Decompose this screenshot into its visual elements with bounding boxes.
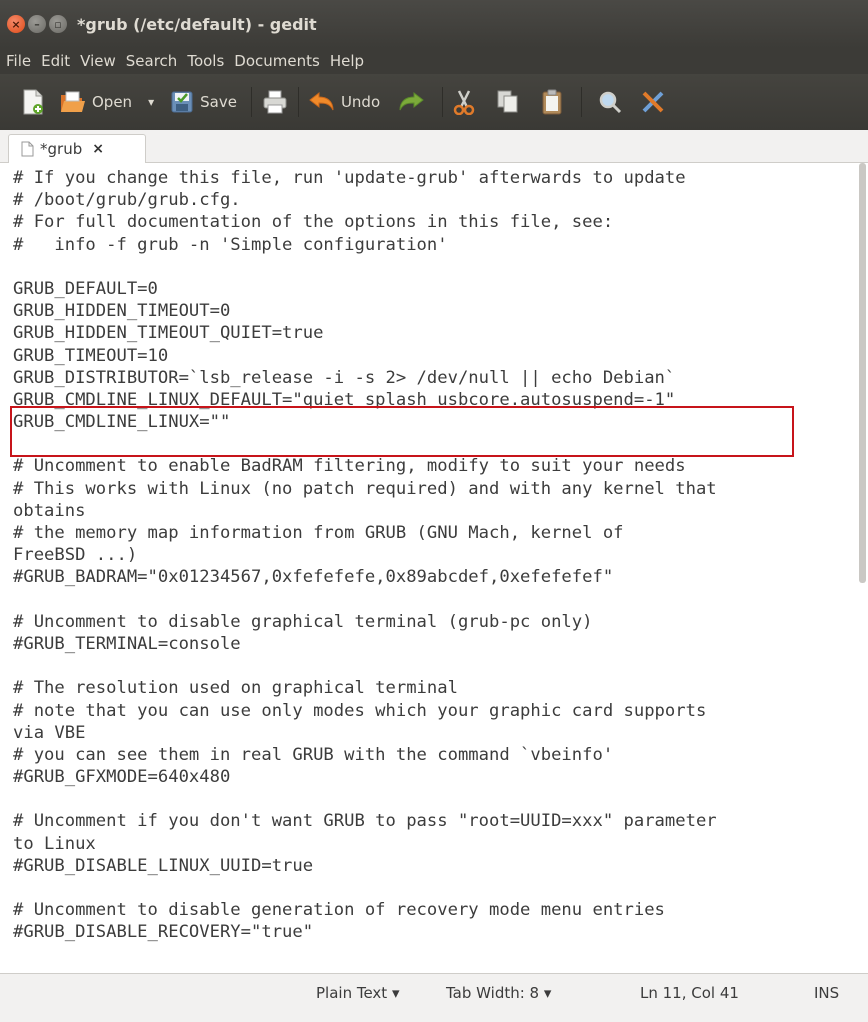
tab-grub[interactable]: *grub × bbox=[8, 134, 146, 163]
code-line[interactable]: to Linux bbox=[13, 833, 858, 855]
find-replace-icon bbox=[640, 89, 666, 115]
undo-button-label: Undo bbox=[340, 93, 381, 111]
status-bar: Plain Text ▾ Tab Width: 8 ▾ Ln 11, Col 4… bbox=[0, 973, 868, 1022]
maximize-window-button[interactable]: ▫ bbox=[49, 15, 67, 33]
code-line[interactable] bbox=[13, 589, 858, 611]
save-button[interactable]: Save bbox=[170, 90, 237, 114]
code-line[interactable] bbox=[13, 788, 858, 810]
toolbar: Open ▾ Save Undo bbox=[0, 74, 868, 130]
save-icon bbox=[170, 90, 194, 114]
toolbar-separator bbox=[442, 87, 444, 117]
cursor-position: Ln 11, Col 41 bbox=[640, 984, 739, 1002]
vertical-scrollbar[interactable] bbox=[858, 163, 868, 973]
undo-button[interactable]: Undo bbox=[309, 91, 380, 113]
menu-edit[interactable]: Edit bbox=[37, 52, 74, 70]
scissors-icon bbox=[453, 89, 475, 115]
menu-documents[interactable]: Documents bbox=[230, 52, 324, 70]
folder-open-icon bbox=[60, 90, 86, 114]
code-line[interactable]: # the memory map information from GRUB (… bbox=[13, 522, 858, 544]
insert-mode-indicator: INS bbox=[814, 984, 840, 1002]
code-line[interactable]: GRUB_HIDDEN_TIMEOUT_QUIET=true bbox=[13, 322, 858, 344]
document-icon bbox=[21, 141, 34, 157]
open-button[interactable]: Open ▾ bbox=[60, 90, 154, 114]
copy-button[interactable] bbox=[497, 90, 519, 114]
save-button-label: Save bbox=[200, 93, 237, 111]
find-button[interactable] bbox=[598, 90, 622, 114]
close-tab-icon[interactable]: × bbox=[92, 141, 104, 157]
tab-bar: *grub × bbox=[0, 130, 868, 163]
code-line[interactable]: # If you change this file, run 'update-g… bbox=[13, 167, 858, 189]
minimize-window-button[interactable]: – bbox=[28, 15, 46, 33]
code-line[interactable] bbox=[13, 877, 858, 899]
redo-icon bbox=[398, 91, 424, 113]
menu-search[interactable]: Search bbox=[122, 52, 182, 70]
scrollbar-thumb[interactable] bbox=[859, 163, 866, 583]
toolbar-separator bbox=[297, 87, 299, 117]
paste-button[interactable] bbox=[541, 89, 563, 115]
text-editor[interactable]: # If you change this file, run 'update-g… bbox=[0, 163, 858, 973]
redo-button[interactable] bbox=[398, 91, 424, 113]
code-line[interactable]: #GRUB_BADRAM="0x01234567,0xfefefefe,0x89… bbox=[13, 566, 858, 588]
code-line[interactable]: obtains bbox=[13, 500, 858, 522]
code-line[interactable] bbox=[13, 655, 858, 677]
open-button-label: Open bbox=[92, 93, 133, 111]
editor-content[interactable]: # If you change this file, run 'update-g… bbox=[0, 163, 858, 944]
cut-button[interactable] bbox=[453, 89, 475, 115]
code-line[interactable]: # Uncomment if you don't want GRUB to pa… bbox=[13, 810, 858, 832]
code-line[interactable] bbox=[13, 256, 858, 278]
print-button[interactable] bbox=[262, 90, 288, 114]
tab-width-selector[interactable]: Tab Width: 8 ▾ bbox=[446, 984, 551, 1002]
code-line[interactable]: # For full documentation of the options … bbox=[13, 211, 858, 233]
menu-help[interactable]: Help bbox=[326, 52, 368, 70]
code-line[interactable]: #GRUB_TERMINAL=console bbox=[13, 633, 858, 655]
tab-label: *grub bbox=[40, 140, 83, 158]
code-line[interactable]: # Uncomment to disable graphical termina… bbox=[13, 611, 858, 633]
toolbar-separator bbox=[581, 87, 583, 117]
title-bar: × – ▫ *grub (/etc/default) - gedit bbox=[0, 0, 868, 48]
search-icon bbox=[598, 90, 622, 114]
clipboard-icon bbox=[541, 89, 563, 115]
code-line[interactable]: # you can see them in real GRUB with the… bbox=[13, 744, 858, 766]
open-dropdown-icon[interactable]: ▾ bbox=[148, 95, 154, 109]
code-line[interactable]: # info -f grub -n 'Simple configuration' bbox=[13, 234, 858, 256]
code-line[interactable]: GRUB_TIMEOUT=10 bbox=[13, 345, 858, 367]
code-line[interactable]: GRUB_DEFAULT=0 bbox=[13, 278, 858, 300]
code-line[interactable]: via VBE bbox=[13, 722, 858, 744]
window-controls: × – ▫ bbox=[7, 15, 67, 33]
menu-bar: File Edit View Search Tools Documents He… bbox=[0, 48, 868, 74]
menu-view[interactable]: View bbox=[76, 52, 120, 70]
code-line[interactable]: # Uncomment to disable generation of rec… bbox=[13, 899, 858, 921]
window-title: *grub (/etc/default) - gedit bbox=[77, 14, 317, 34]
code-line[interactable]: GRUB_DISTRIBUTOR=`lsb_release -i -s 2> /… bbox=[13, 367, 858, 389]
syntax-selector[interactable]: Plain Text ▾ bbox=[316, 984, 399, 1002]
close-window-button[interactable]: × bbox=[7, 15, 25, 33]
undo-icon bbox=[309, 91, 335, 113]
code-line[interactable]: FreeBSD ...) bbox=[13, 544, 858, 566]
find-replace-button[interactable] bbox=[640, 89, 666, 115]
highlight-box bbox=[10, 406, 794, 457]
menu-tools[interactable]: Tools bbox=[183, 52, 228, 70]
code-line[interactable]: # /boot/grub/grub.cfg. bbox=[13, 189, 858, 211]
print-icon bbox=[262, 90, 288, 114]
copy-icon bbox=[497, 90, 519, 114]
code-line[interactable]: #GRUB_GFXMODE=640x480 bbox=[13, 766, 858, 788]
code-line[interactable]: # This works with Linux (no patch requir… bbox=[13, 478, 858, 500]
menu-file[interactable]: File bbox=[2, 52, 35, 70]
new-document-icon bbox=[22, 89, 44, 115]
new-document-button[interactable] bbox=[22, 89, 44, 115]
code-line[interactable]: # note that you can use only modes which… bbox=[13, 700, 858, 722]
code-line[interactable]: GRUB_HIDDEN_TIMEOUT=0 bbox=[13, 300, 858, 322]
code-line[interactable]: # Uncomment to enable BadRAM filtering, … bbox=[13, 455, 858, 477]
code-line[interactable]: # The resolution used on graphical termi… bbox=[13, 677, 858, 699]
code-line[interactable]: #GRUB_DISABLE_LINUX_UUID=true bbox=[13, 855, 858, 877]
code-line[interactable]: #GRUB_DISABLE_RECOVERY="true" bbox=[13, 921, 858, 943]
toolbar-separator bbox=[250, 87, 252, 117]
